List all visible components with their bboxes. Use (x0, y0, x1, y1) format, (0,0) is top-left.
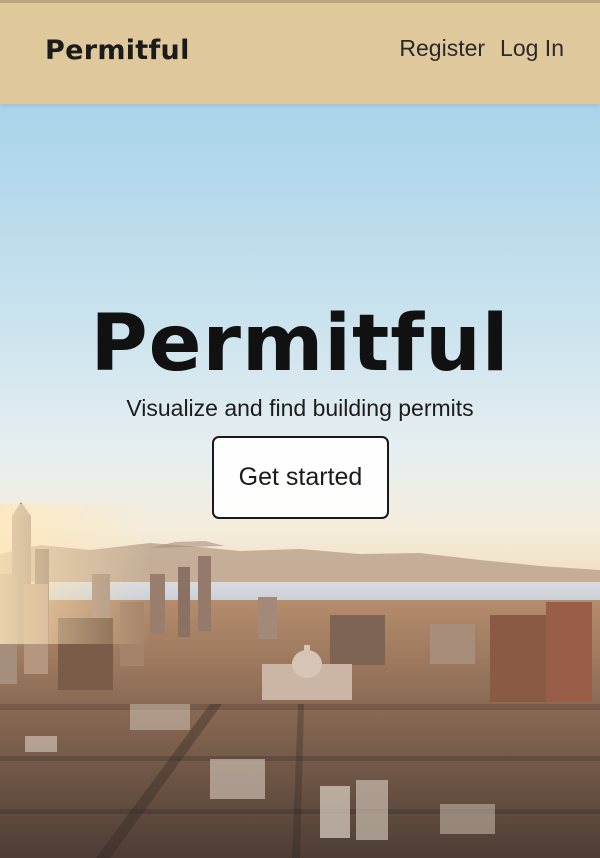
brand-logo-text[interactable]: Permitful (45, 35, 190, 66)
hero-subtitle: Visualize and find building permits (126, 395, 474, 421)
top-nav-links: Register Log In (399, 35, 564, 62)
login-link[interactable]: Log In (500, 35, 564, 62)
register-link[interactable]: Register (399, 35, 485, 62)
hero-title: Permitful (90, 299, 510, 390)
hero-section: Permitful Visualize and find building pe… (0, 104, 600, 858)
landing-page: Permitful Register Log In Permitful Visu… (0, 0, 600, 858)
get-started-button[interactable]: Get started (212, 436, 389, 519)
top-navbar: Permitful Register Log In (0, 0, 600, 104)
